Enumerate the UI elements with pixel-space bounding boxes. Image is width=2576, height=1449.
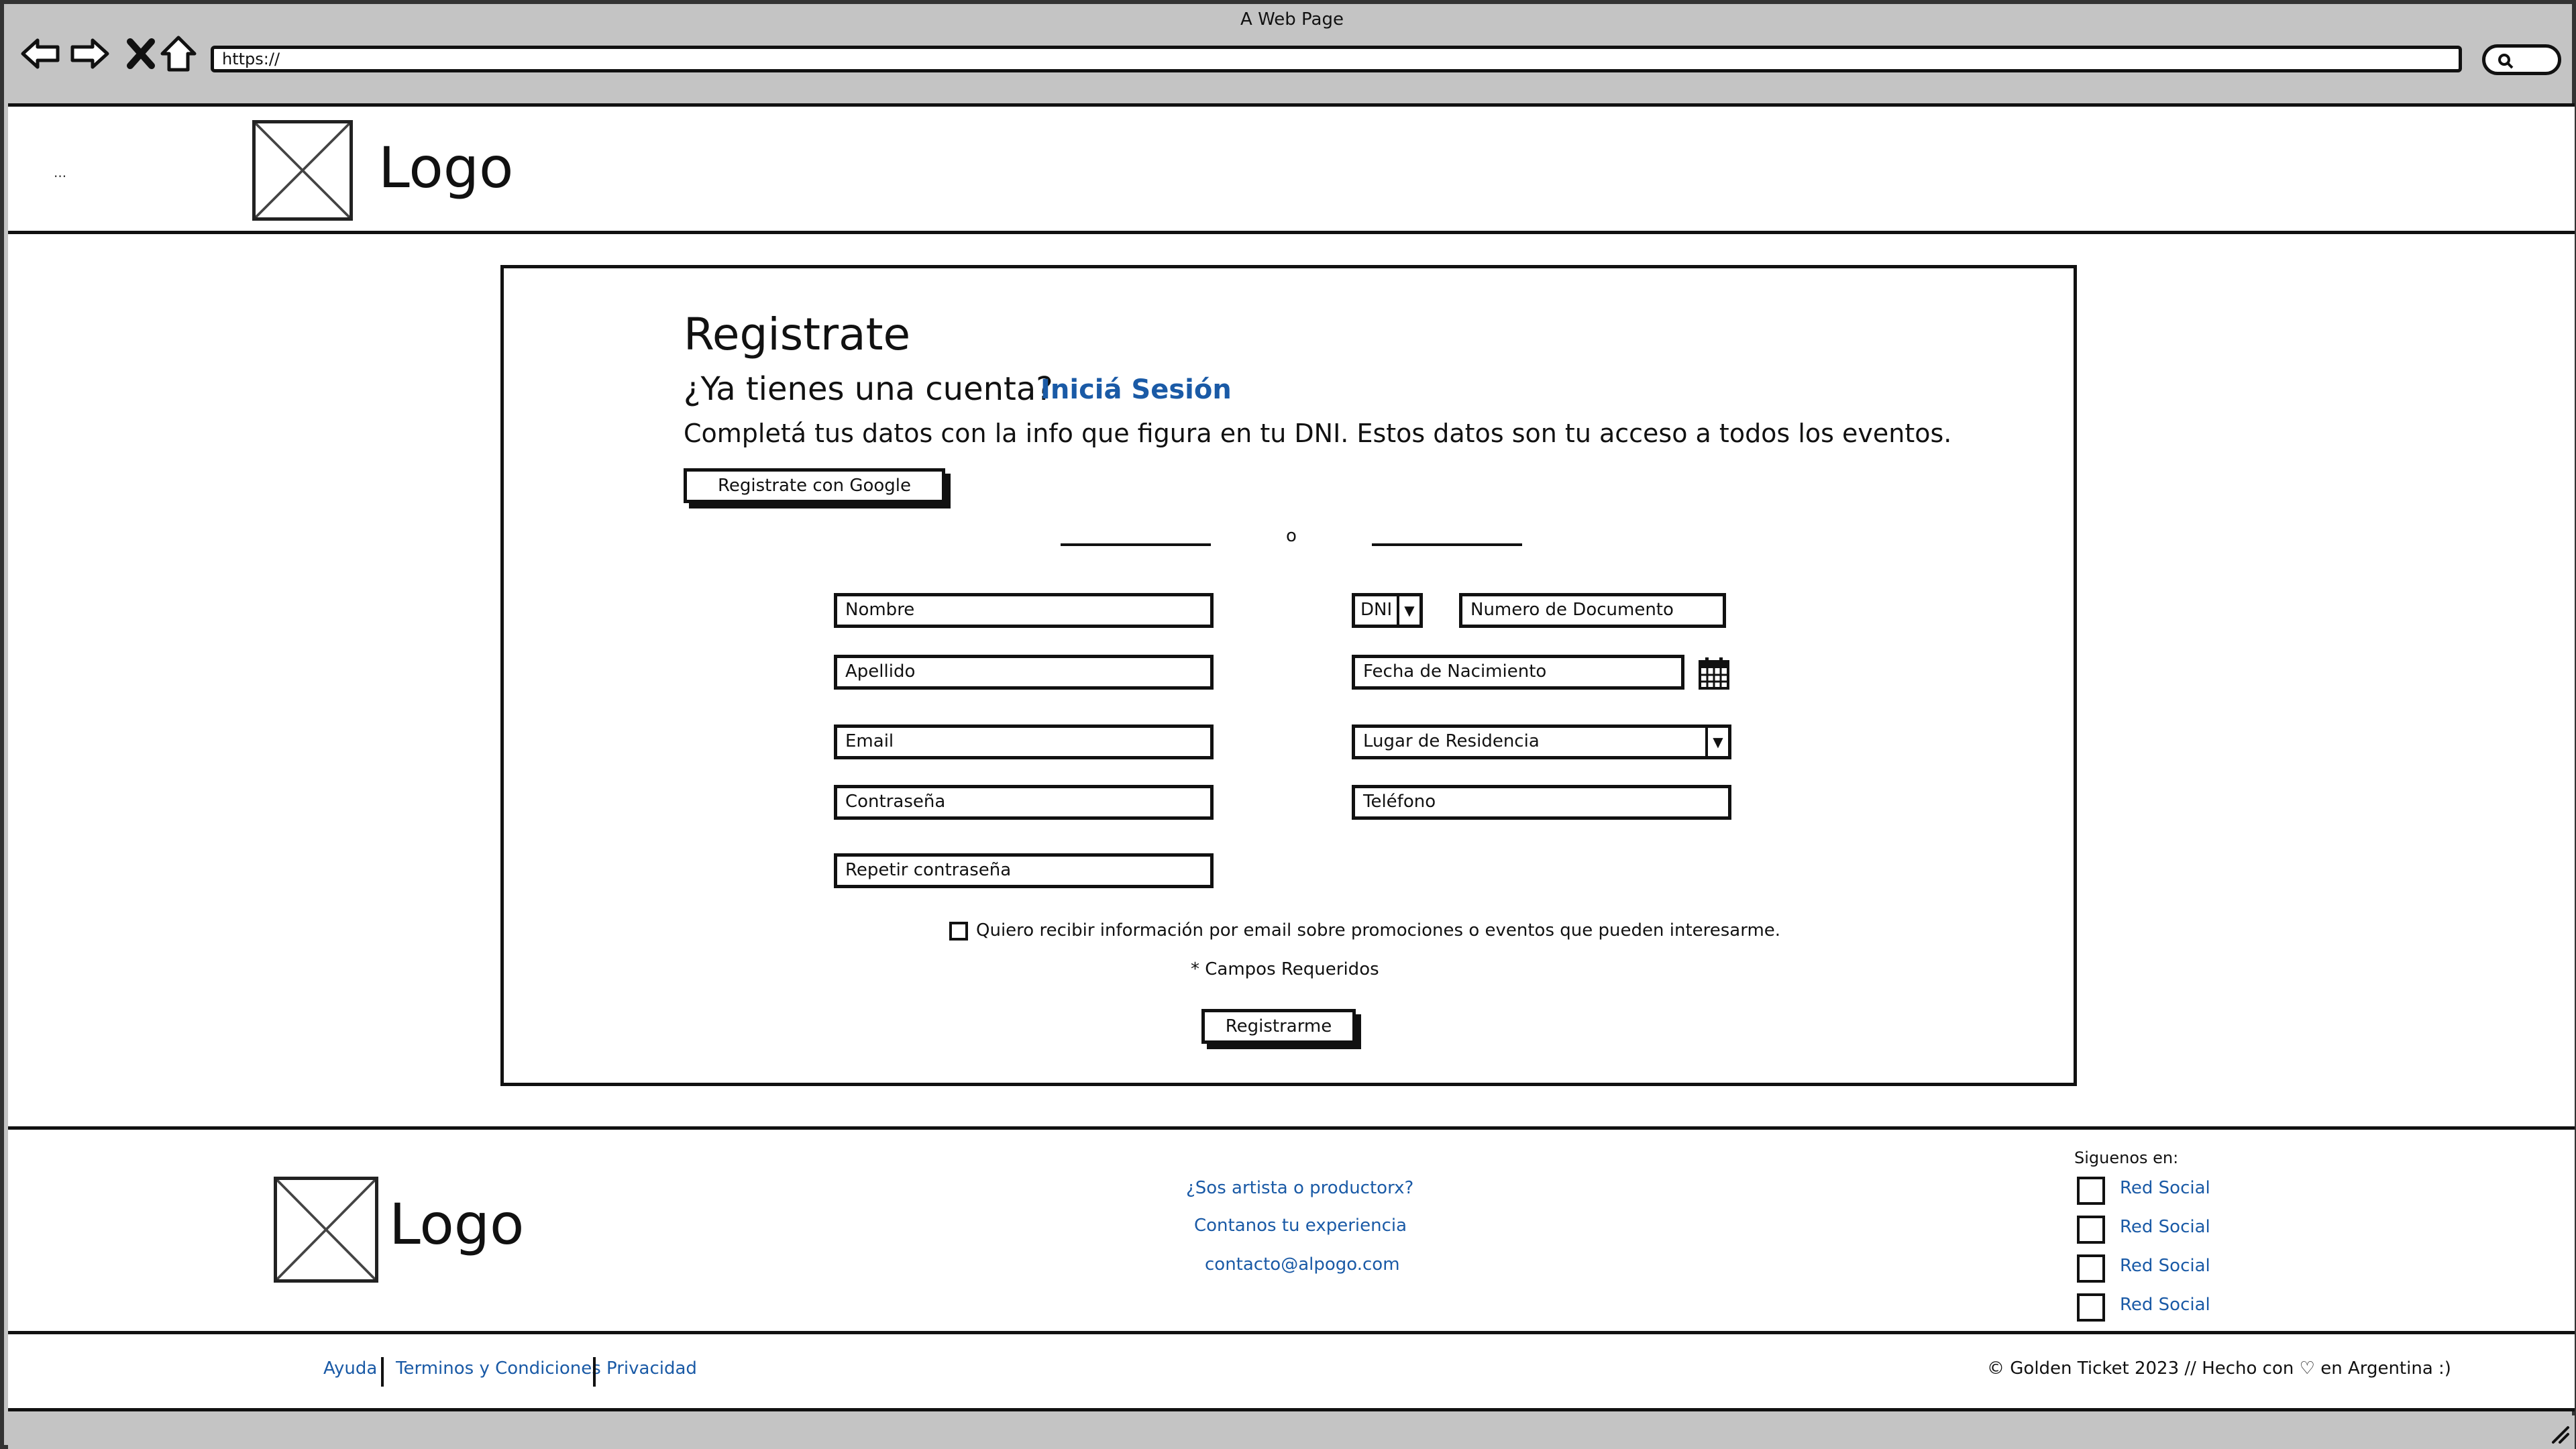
submit-register-button[interactable]: Registrarme <box>1201 1009 1356 1044</box>
social-icon[interactable] <box>2077 1216 2105 1244</box>
social-icon[interactable] <box>2077 1254 2105 1283</box>
logo-image-placeholder-icon <box>252 120 353 221</box>
browser-window: A Web Page https:// ... Logo Registrate <box>0 0 2576 1449</box>
newsletter-checkbox[interactable] <box>949 922 968 941</box>
calendar-icon[interactable] <box>1698 656 1730 691</box>
footer-link-artist[interactable]: ¿Sos artista o productorx? <box>1186 1178 1413 1198</box>
bottom-bar: Ayuda Terminos y Condiciones Privacidad … <box>8 1334 2575 1411</box>
social-link[interactable]: Red Social <box>2120 1178 2210 1198</box>
close-icon[interactable] <box>119 32 162 75</box>
footer-link-experience[interactable]: Contanos tu experiencia <box>1194 1216 1407 1236</box>
google-register-button[interactable]: Registrate con Google <box>684 468 945 503</box>
home-icon[interactable] <box>157 32 200 75</box>
lead-text: Completá tus datos con la info que figur… <box>684 419 1952 448</box>
footer-logo-text: Logo <box>389 1191 525 1257</box>
header-logo-text: Logo <box>378 135 514 201</box>
privacy-link[interactable]: Privacidad <box>606 1358 697 1379</box>
doc-type-value: DNI <box>1360 600 1393 620</box>
forward-arrow-icon[interactable] <box>68 32 111 75</box>
residence-value: Lugar de Residencia <box>1363 731 1540 751</box>
resize-grip-icon[interactable] <box>2548 1422 2571 1445</box>
window-title: A Web Page <box>1240 9 1344 30</box>
or-divider-right <box>1372 543 1522 546</box>
back-arrow-icon[interactable] <box>19 32 62 75</box>
footer-logo-image-placeholder-icon <box>274 1177 378 1283</box>
or-divider-left <box>1061 543 1211 546</box>
page-viewport: ... Logo Registrate ¿Ya tienes una cuent… <box>8 103 2575 1411</box>
birth-date-field[interactable]: Fecha de Nacimiento <box>1352 655 1684 690</box>
site-footer: Logo ¿Sos artista o productorx? Contanos… <box>8 1126 2575 1334</box>
copyright-text: © Golden Ticket 2023 // Hecho con ♡ en A… <box>1987 1358 2451 1379</box>
chevron-down-icon: ▼ <box>1397 596 1419 625</box>
link-separator <box>593 1357 596 1387</box>
register-card: Registrate ¿Ya tienes una cuenta? Iniciá… <box>500 265 2077 1086</box>
doc-type-select[interactable]: DNI ▼ <box>1352 593 1423 628</box>
page-title: Registrate <box>684 309 911 360</box>
newsletter-label: Quiero recibir información por email sob… <box>976 920 1781 941</box>
footer-link-contact[interactable]: contacto@alpogo.com <box>1205 1254 1400 1275</box>
nombre-field[interactable]: Nombre <box>834 593 1214 628</box>
browser-search-button[interactable] <box>2482 44 2561 75</box>
social-icon[interactable] <box>2077 1293 2105 1322</box>
social-link[interactable]: Red Social <box>2120 1295 2210 1315</box>
phone-field[interactable]: Teléfono <box>1352 785 1731 820</box>
search-icon <box>2498 54 2514 69</box>
social-link[interactable]: Red Social <box>2120 1256 2210 1276</box>
login-link[interactable]: Iniciá Sesión <box>1040 374 1232 405</box>
password-field[interactable]: Contraseña <box>834 785 1214 820</box>
residence-select[interactable]: Lugar de Residencia ▼ <box>1352 724 1731 759</box>
doc-number-field[interactable]: Numero de Documento <box>1459 593 1726 628</box>
status-bar <box>8 1415 2575 1449</box>
site-header: ... Logo <box>8 107 2575 234</box>
chevron-down-icon: ▼ <box>1705 728 1728 756</box>
repeat-password-field[interactable]: Repetir contraseña <box>834 853 1214 888</box>
email-field[interactable]: Email <box>834 724 1214 759</box>
apellido-field[interactable]: Apellido <box>834 655 1214 690</box>
social-icon[interactable] <box>2077 1177 2105 1205</box>
social-link[interactable]: Red Social <box>2120 1217 2210 1237</box>
have-account-text: ¿Ya tienes una cuenta? <box>684 370 1053 408</box>
menu-dots[interactable]: ... <box>54 164 66 180</box>
help-link[interactable]: Ayuda <box>323 1358 377 1379</box>
required-note: * Campos Requeridos <box>1191 959 1379 979</box>
terms-link[interactable]: Terminos y Condiciones <box>396 1358 601 1379</box>
social-title: Siguenos en: <box>2074 1148 2179 1167</box>
or-divider-text: o <box>1286 526 1297 546</box>
link-separator <box>381 1357 384 1387</box>
address-bar[interactable]: https:// <box>211 46 2462 72</box>
